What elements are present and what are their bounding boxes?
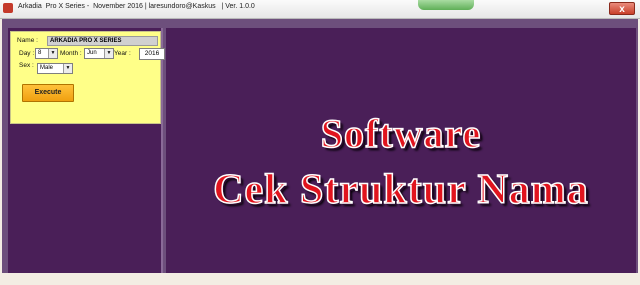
input-form: Name : ARKADIA PRO X SERIES Day : 8 ▼ Mo… [10,31,165,124]
app-icon [3,3,13,13]
title-bar: Arkadia Pro X Series - November 2016 | l… [0,0,640,19]
close-icon: x [619,4,625,15]
close-button[interactable]: x [609,2,635,15]
ribbon-tab-icon [418,0,474,10]
day-value: 8 [38,50,42,56]
chevron-down-icon[interactable]: ▼ [63,64,72,73]
window-title: Arkadia Pro X Series - November 2016 | l… [18,3,255,10]
year-field[interactable]: 2016 [139,48,165,60]
sex-select[interactable]: Male ▼ [37,63,73,74]
banner-title: Software [320,110,482,157]
sex-value: Male [40,65,54,71]
name-field[interactable]: ARKADIA PRO X SERIES [47,36,158,46]
desktop-background [0,273,640,285]
execute-button[interactable]: Execute [22,84,74,102]
chevron-down-icon[interactable]: ▼ [104,49,113,58]
month-select[interactable]: Jun ▼ [84,48,114,59]
day-label: Day : [19,50,35,57]
year-label: Year : [114,50,131,57]
month-value: Jun [87,50,97,56]
name-label: Name : [17,37,38,44]
month-label: Month : [60,50,82,57]
chevron-down-icon[interactable]: ▼ [48,49,57,58]
sex-label: Sex : [19,62,34,69]
main-panel: Software Cek Struktur Nama [166,28,636,273]
day-select[interactable]: 8 ▼ [35,48,58,59]
banner-subtitle: Cek Struktur Nama [212,166,589,214]
